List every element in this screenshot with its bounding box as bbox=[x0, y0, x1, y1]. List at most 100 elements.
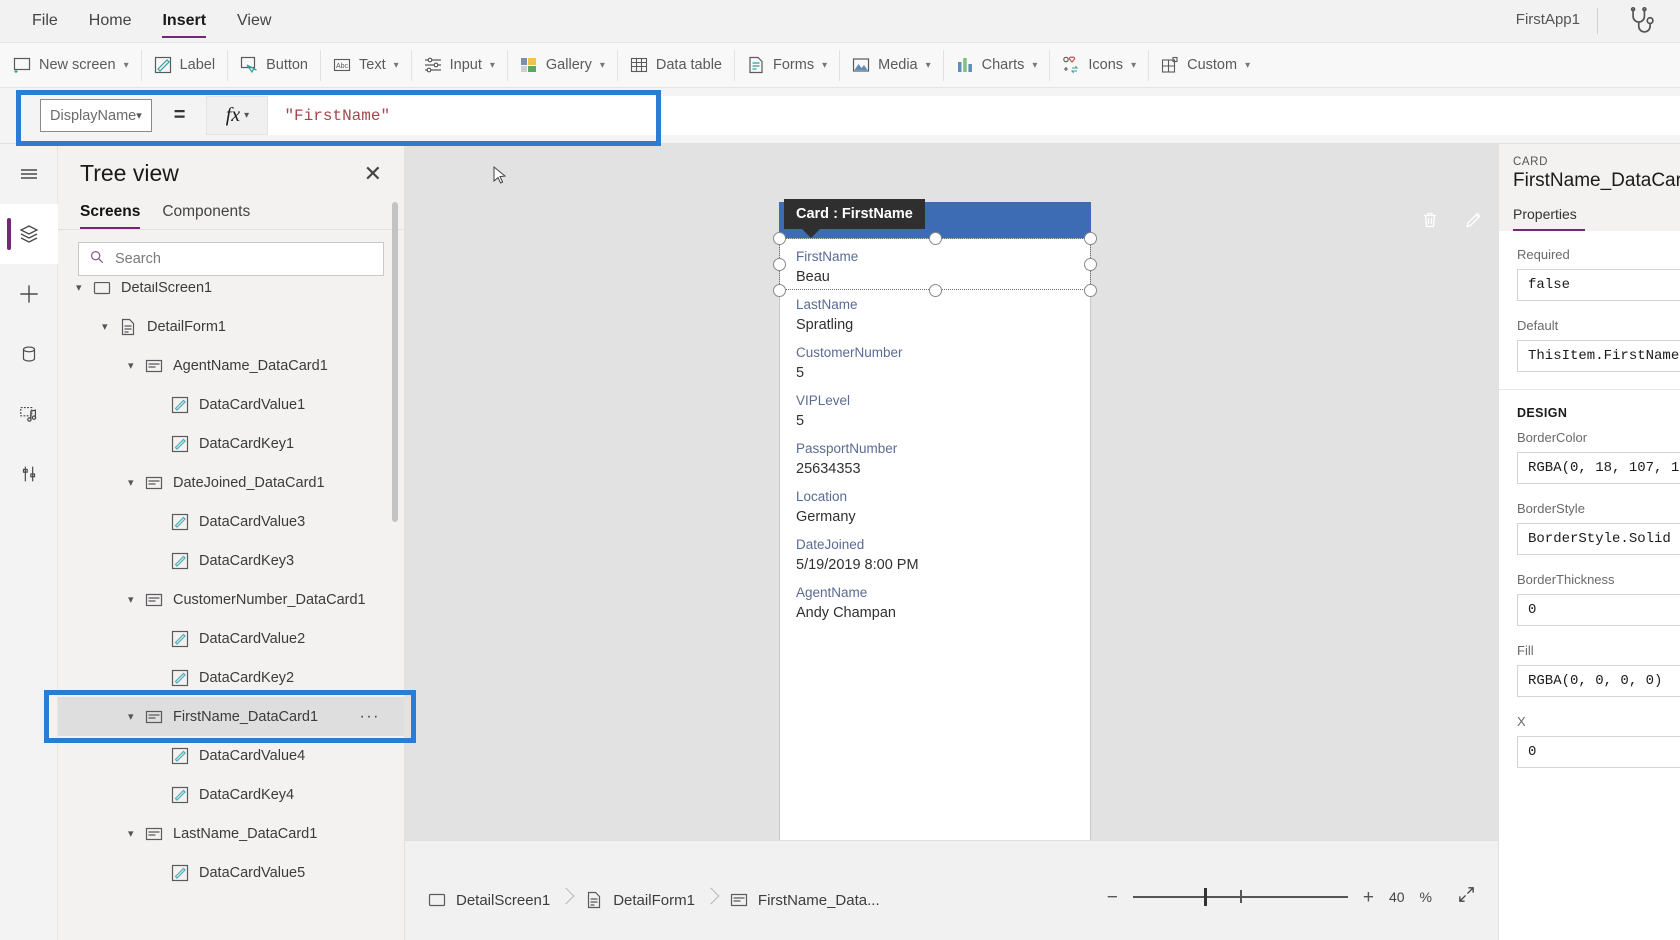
tree-view-button[interactable] bbox=[0, 204, 58, 264]
fx-button[interactable]: fx ▾ bbox=[206, 96, 269, 135]
tree-node[interactable]: ▾ DateJoined_DataCard1 bbox=[58, 463, 404, 502]
breadcrumb-item[interactable]: DetailForm1 bbox=[584, 890, 695, 910]
property-row: BorderStyle BorderStyle.Solid bbox=[1517, 501, 1680, 555]
zoom-slider-thumb[interactable] bbox=[1203, 888, 1207, 906]
breadcrumb-item[interactable]: DetailScreen1 bbox=[427, 890, 550, 910]
zoom-out-button[interactable]: − bbox=[1107, 888, 1118, 907]
new-screen-icon bbox=[12, 55, 32, 75]
property-value-input[interactable]: BorderStyle.Solid bbox=[1517, 523, 1680, 555]
data-sources-button[interactable] bbox=[0, 324, 58, 384]
breadcrumb-separator-icon bbox=[701, 885, 723, 915]
tree-node-label: CustomerNumber_DataCard1 bbox=[173, 591, 366, 608]
form-field[interactable]: VIPLevel 5 bbox=[780, 391, 1092, 432]
chevron-down-icon[interactable]: ▾ bbox=[128, 710, 144, 723]
chevron-down-icon[interactable]: ▾ bbox=[76, 282, 92, 294]
menu-item-file[interactable]: File bbox=[32, 0, 58, 43]
tree-node[interactable]: DataCardKey4 bbox=[58, 775, 404, 814]
form-field[interactable]: AgentName Andy Champan bbox=[780, 583, 1092, 624]
form-field[interactable]: LastName Spratling bbox=[780, 295, 1092, 336]
menu-item-home[interactable]: Home bbox=[89, 0, 132, 43]
tree-node[interactable]: DataCardValue2 bbox=[58, 619, 404, 658]
resize-handle-br[interactable] bbox=[1084, 284, 1097, 297]
form-field[interactable]: Location Germany bbox=[780, 487, 1092, 528]
property-label: BorderThickness bbox=[1517, 572, 1615, 587]
close-icon[interactable]: ✕ bbox=[364, 162, 382, 185]
resize-handle-bc[interactable] bbox=[928, 284, 942, 297]
chevron-down-icon[interactable]: ▾ bbox=[102, 320, 118, 333]
edit-icon[interactable] bbox=[1464, 210, 1484, 235]
app-checker-icon[interactable] bbox=[1626, 5, 1660, 39]
property-value-input[interactable]: false bbox=[1517, 269, 1680, 301]
property-value-input[interactable]: 0 bbox=[1517, 736, 1680, 768]
tree-node-more-icon[interactable]: ··· bbox=[360, 708, 380, 726]
tree-node[interactable]: ▾ DetailForm1 bbox=[58, 307, 404, 346]
insert-button[interactable] bbox=[0, 264, 58, 324]
zoom-slider[interactable] bbox=[1132, 888, 1348, 906]
tree-node-label: DataCardKey1 bbox=[199, 435, 295, 452]
breadcrumb-item[interactable]: FirstName_Data... bbox=[729, 890, 880, 910]
tree-node[interactable]: ▾ AgentName_DataCard1 bbox=[58, 346, 404, 385]
design-canvas[interactable]: Card : FirstName FirstName Beau LastName Sp… bbox=[405, 144, 1498, 900]
ribbon-charts[interactable]: Charts ▾ bbox=[942, 43, 1050, 88]
tree-node[interactable]: ▾ CustomerNumber_DataCard1 bbox=[58, 580, 404, 619]
menu-item-view[interactable]: View bbox=[237, 0, 271, 43]
ribbon-icons[interactable]: Icons ▾ bbox=[1049, 43, 1148, 88]
form-field[interactable]: CustomerNumber 5 bbox=[780, 343, 1092, 384]
tree-node-selected[interactable]: ▾ FirstName_DataCard1 ··· bbox=[58, 697, 404, 736]
chevron-down-icon[interactable]: ▾ bbox=[128, 476, 144, 489]
form-field[interactable]: PassportNumber 25634353 bbox=[780, 439, 1092, 480]
chevron-down-icon[interactable]: ▾ bbox=[128, 359, 144, 372]
tree-node[interactable]: DataCardKey1 bbox=[58, 424, 404, 463]
tab-properties[interactable]: Properties bbox=[1513, 206, 1585, 231]
form-field[interactable]: DateJoined 5/19/2019 8:00 PM bbox=[780, 535, 1092, 576]
tree-node[interactable]: DataCardValue3 bbox=[58, 502, 404, 541]
ribbon-data-table[interactable]: Data table bbox=[616, 43, 734, 88]
property-selector[interactable]: DisplayName ▾ bbox=[40, 99, 152, 132]
search-input[interactable]: Search bbox=[78, 242, 384, 276]
tab-components[interactable]: Components bbox=[162, 203, 250, 229]
menu-item-insert[interactable]: Insert bbox=[162, 0, 206, 43]
tree-node[interactable]: DataCardKey2 bbox=[58, 658, 404, 697]
ribbon-new-screen[interactable]: New screen ▾ bbox=[0, 43, 141, 88]
ribbon-input[interactable]: Input ▾ bbox=[410, 43, 507, 88]
tree-node[interactable]: DataCardValue5 bbox=[58, 853, 404, 892]
ribbon-gallery[interactable]: Gallery ▾ bbox=[506, 43, 617, 88]
zoom-in-button[interactable]: + bbox=[1363, 888, 1374, 907]
media-library-button[interactable] bbox=[0, 384, 58, 444]
resize-handle-ml[interactable] bbox=[773, 258, 786, 271]
resize-handle-tl[interactable] bbox=[773, 232, 786, 245]
tree-node[interactable]: DataCardValue4 bbox=[58, 736, 404, 775]
property-value-input[interactable]: 0 bbox=[1517, 594, 1680, 626]
design-properties-list: BorderColor RGBA(0, 18, 107, 1) BorderStyl… bbox=[1499, 426, 1680, 768]
ribbon-forms[interactable]: Forms ▾ bbox=[733, 43, 839, 88]
label-control-icon bbox=[170, 551, 190, 571]
property-value-input[interactable]: RGBA(0, 0, 0, 0) bbox=[1517, 665, 1680, 697]
tree-node[interactable]: ▾ LastName_DataCard1 bbox=[58, 814, 404, 853]
chevron-down-icon[interactable]: ▾ bbox=[128, 593, 144, 606]
tree-scrollbar[interactable] bbox=[392, 202, 398, 522]
formula-input[interactable]: "FirstName" bbox=[268, 96, 1680, 135]
ribbon-custom[interactable]: Custom ▾ bbox=[1148, 43, 1262, 88]
tree-node[interactable]: DataCardKey3 bbox=[58, 541, 404, 580]
tree-node[interactable]: ▾ DetailScreen1 bbox=[58, 282, 404, 307]
resize-handle-bl[interactable] bbox=[773, 284, 786, 297]
ribbon-text[interactable]: Abc Text ▾ bbox=[320, 43, 411, 88]
property-value-input[interactable]: ThisItem.FirstName bbox=[1517, 340, 1680, 372]
resize-handle-tc[interactable] bbox=[928, 232, 942, 245]
chevron-down-icon[interactable]: ▾ bbox=[128, 827, 144, 840]
tab-screens[interactable]: Screens bbox=[80, 203, 141, 229]
resize-handle-tr[interactable] bbox=[1084, 232, 1097, 245]
detail-form-card[interactable]: FirstName Beau LastName Spratling CustomerNu… bbox=[779, 238, 1091, 900]
ribbon-button[interactable]: Button bbox=[227, 43, 320, 88]
ribbon-media[interactable]: Media ▾ bbox=[839, 43, 943, 88]
fit-to-screen-icon[interactable] bbox=[1457, 885, 1476, 909]
property-value-input[interactable]: RGBA(0, 18, 107, 1) bbox=[1517, 452, 1680, 484]
tree-node-label: DataCardValue3 bbox=[199, 513, 306, 530]
advanced-tools-button[interactable] bbox=[0, 444, 58, 504]
tree-node[interactable]: DataCardValue1 bbox=[58, 385, 404, 424]
ribbon-label[interactable]: Label bbox=[140, 43, 227, 88]
tree-node-label: DetailScreen1 bbox=[121, 282, 213, 296]
hamburger-menu-button[interactable] bbox=[0, 144, 58, 204]
delete-icon[interactable] bbox=[1420, 210, 1440, 235]
resize-handle-mr[interactable] bbox=[1084, 258, 1097, 271]
